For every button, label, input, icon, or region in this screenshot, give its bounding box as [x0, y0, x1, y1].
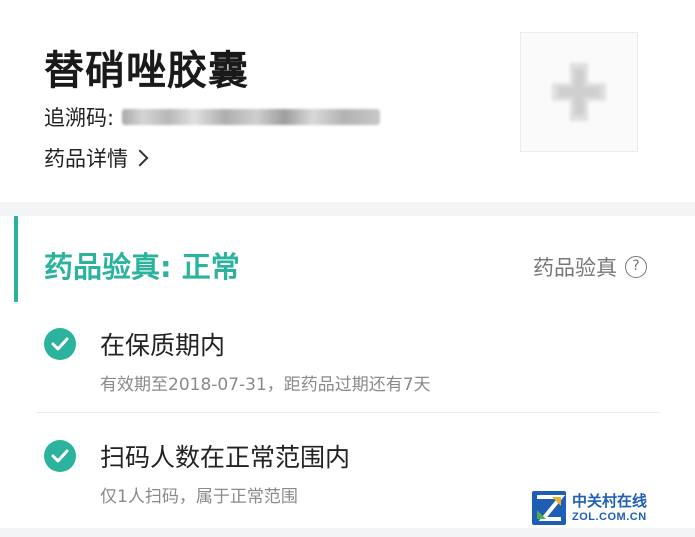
- trace-code-row: 追溯码:: [44, 104, 381, 130]
- check-item-title: 在保质期内: [100, 331, 226, 360]
- verification-help-label: 药品验真: [533, 256, 617, 280]
- trace-code-value-blurred: [122, 109, 381, 125]
- zol-watermark: 中关村在线 ZOL.COM.CN: [532, 488, 662, 528]
- drug-details-label: 药品详情: [44, 147, 128, 171]
- check-circle-icon: [44, 440, 76, 472]
- check-circle-icon: [44, 328, 76, 360]
- verification-help-link[interactable]: 药品验真 ?: [533, 252, 647, 282]
- trace-code-label: 追溯码:: [44, 106, 115, 130]
- drug-header: 替硝唑胶囊 追溯码: 药品详情: [0, 0, 695, 202]
- accent-bar: [14, 216, 18, 302]
- drug-image-placeholder[interactable]: [520, 32, 638, 152]
- check-item-subtitle: 仅1人扫码，属于正常范围: [100, 487, 298, 507]
- divider: [36, 412, 661, 413]
- section-separator: [0, 202, 695, 216]
- watermark-cn: 中关村在线: [572, 491, 648, 510]
- verification-card: 药品验真: 正常 药品验真 ? 在保质期内 有效期至2018-07-31，距药品…: [14, 216, 675, 528]
- verification-status-title: 药品验真: 正常: [44, 250, 240, 284]
- drug-details-link[interactable]: 药品详情: [44, 143, 149, 173]
- chevron-right-icon: [131, 149, 149, 167]
- drug-name: 替硝唑胶囊: [44, 48, 249, 94]
- bottom-separator: [0, 528, 695, 537]
- watermark-en: ZOL.COM.CN: [572, 510, 647, 523]
- zol-logo-icon: [532, 491, 566, 525]
- check-item-subtitle: 有效期至2018-07-31，距药品过期还有7天: [100, 375, 431, 395]
- check-item-title: 扫码人数在正常范围内: [100, 443, 351, 472]
- question-circle-icon: ?: [625, 256, 647, 278]
- medical-cross-icon: [552, 63, 606, 121]
